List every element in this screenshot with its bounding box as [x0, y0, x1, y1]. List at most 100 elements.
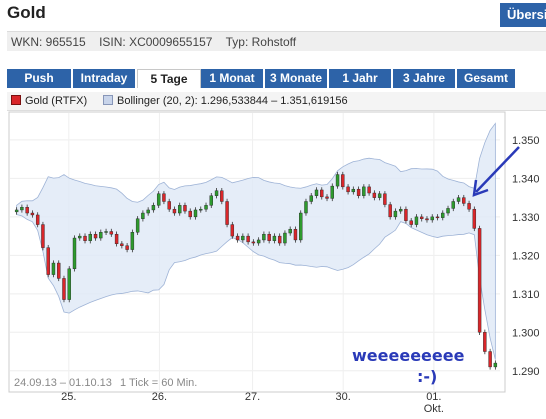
y-tick-label: 1.350: [512, 135, 540, 147]
candle: [277, 235, 282, 244]
candle: [14, 209, 19, 213]
candle: [441, 212, 445, 218]
candle: [251, 241, 256, 244]
y-tick-label: 1.340: [512, 173, 540, 185]
y-tick-label: 1.310: [512, 289, 540, 301]
candle: [267, 233, 271, 241]
candle: [367, 186, 371, 194]
candle: [156, 193, 161, 206]
candle: [430, 216, 434, 221]
range-label: 24.09.13 – 01.10.13: [14, 377, 112, 389]
candle: [135, 218, 140, 233]
x-tick-label: 25.: [61, 391, 76, 403]
candle: [125, 245, 129, 250]
candle: [172, 208, 177, 214]
candle: [362, 186, 366, 196]
candle: [409, 220, 413, 225]
candle: [272, 235, 277, 241]
candle: [130, 232, 135, 250]
candle: [199, 208, 203, 211]
candle: [341, 174, 345, 188]
candle: [78, 235, 82, 239]
candle: [314, 189, 319, 196]
y-tick-label: 1.300: [512, 327, 540, 339]
y-axis: 1.290 1.300 1.310 1.320 1.330 1.340 1.350: [512, 135, 540, 378]
candle: [462, 197, 466, 204]
candle: [483, 332, 487, 352]
candle: [246, 235, 250, 243]
x-tick-label: 27.: [245, 391, 260, 403]
candle: [425, 218, 429, 221]
y-tick-label: 1.330: [512, 212, 540, 224]
candle: [330, 185, 334, 199]
x-tick-label: 26.: [152, 391, 167, 403]
candle: [51, 262, 56, 275]
candle: [488, 351, 492, 368]
candle: [30, 212, 35, 216]
candle: [335, 174, 340, 187]
candle: [388, 204, 392, 218]
candle: [230, 224, 235, 237]
candle: [262, 233, 266, 241]
candle: [41, 224, 45, 248]
x-tick-label: Okt.: [424, 403, 444, 415]
annotation-line2: :-): [417, 367, 437, 386]
candle: [167, 201, 171, 210]
candle: [414, 216, 419, 225]
candle: [178, 205, 182, 214]
candle: [283, 232, 287, 244]
candle: [493, 362, 498, 368]
candle: [435, 216, 440, 219]
candle: [293, 228, 298, 241]
y-tick-label: 1.290: [512, 366, 540, 378]
candle: [83, 235, 87, 241]
candle: [214, 190, 219, 196]
candle: [109, 231, 114, 235]
candle: [146, 209, 150, 214]
candle: [67, 268, 71, 300]
candle: [404, 208, 408, 221]
candle: [162, 193, 166, 202]
candle: [446, 208, 450, 214]
candle: [241, 235, 245, 241]
candle: [256, 239, 261, 244]
candle: [456, 197, 461, 202]
candle: [151, 205, 156, 211]
candle: [220, 190, 224, 202]
x-tick-label: 30.: [336, 391, 351, 403]
candle: [88, 233, 92, 241]
candle: [377, 193, 382, 198]
candle: [372, 192, 377, 198]
candle: [325, 196, 329, 199]
candle: [288, 228, 292, 234]
candle: [356, 188, 361, 196]
candle: [209, 195, 213, 206]
candle: [393, 210, 398, 218]
candle: [25, 207, 29, 214]
candle: [193, 209, 198, 218]
candle: [204, 205, 208, 210]
x-axis: 25. 26. 27. 30. 01.Okt.: [61, 391, 444, 415]
candle: [451, 201, 455, 209]
candle: [235, 235, 240, 241]
candle: [188, 210, 192, 218]
candle: [346, 186, 350, 193]
candle: [46, 247, 50, 275]
candle: [183, 205, 187, 212]
candle: [299, 212, 303, 241]
price-chart: 1.2901.3001.3101.3201.3301.3401.350 25. 2…: [8, 111, 540, 415]
candle: [93, 233, 98, 239]
candle: [20, 207, 24, 211]
tick-label: 1 Tick = 60 Min.: [120, 377, 197, 389]
candle: [383, 193, 387, 205]
candle: [114, 233, 119, 245]
candle: [477, 228, 482, 333]
candle: [309, 195, 313, 202]
candle: [472, 208, 477, 229]
candle: [320, 189, 324, 198]
candle: [225, 201, 229, 225]
candle: [420, 216, 424, 219]
candle: [72, 237, 77, 270]
candle: [467, 203, 471, 210]
candle: [141, 212, 145, 219]
